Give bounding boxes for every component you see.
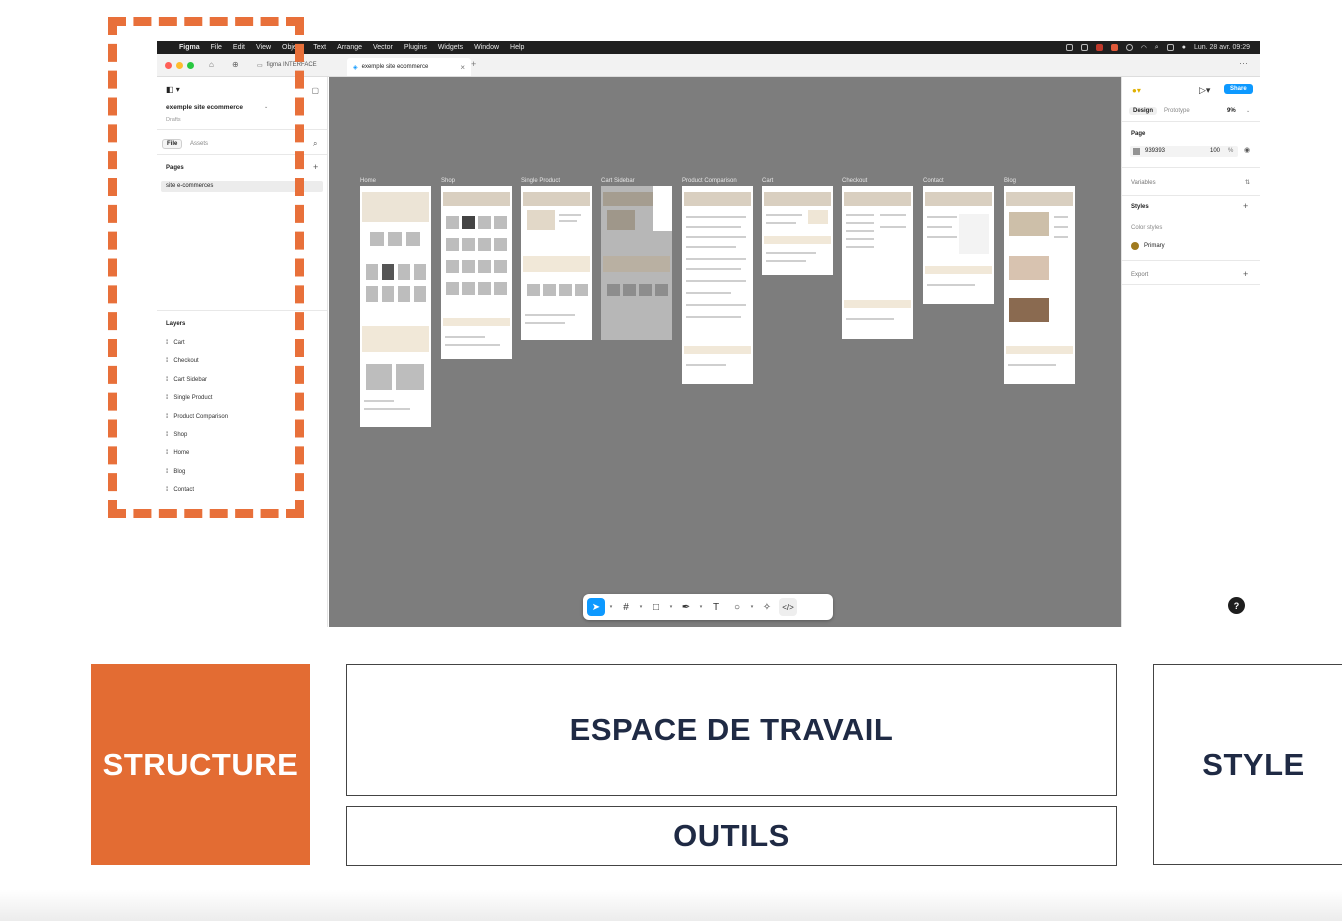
frame-contact[interactable] [923, 186, 994, 304]
status-icon[interactable] [1065, 44, 1073, 51]
multiplayer-icon[interactable]: ●▾ [1132, 86, 1141, 95]
frame-label-single-product: Single Product [521, 178, 561, 184]
frame-label-shop: Shop [441, 178, 456, 184]
frame-shop[interactable] [441, 186, 512, 359]
rectangle-tool-icon[interactable]: □ [647, 598, 665, 616]
chevron-down-icon[interactable]: ▾ [608, 604, 614, 610]
chevron-down-icon[interactable]: ⌄ [1246, 108, 1250, 114]
search-icon[interactable]: ⌕ [1155, 44, 1159, 52]
chevron-down-icon[interactable]: ▾ [698, 604, 704, 610]
menu-vector[interactable]: Vector [373, 44, 393, 51]
frame-blog[interactable] [1004, 186, 1075, 384]
status-icon[interactable] [1080, 44, 1088, 51]
clock-icon[interactable] [1125, 44, 1133, 51]
styles-title: Styles [1131, 204, 1149, 210]
menu-help[interactable]: Help [510, 44, 524, 51]
divider [1122, 284, 1260, 285]
color-style-name[interactable]: Primary [1144, 243, 1165, 249]
color-style-swatch[interactable] [1131, 242, 1139, 250]
control-center-icon[interactable] [1166, 44, 1174, 51]
frame-tool-icon[interactable]: # [617, 598, 635, 616]
menu-window[interactable]: Window [474, 44, 499, 51]
tools-label: OUTILS [346, 806, 1117, 866]
new-tab-icon[interactable]: + [471, 59, 476, 69]
pen-tool-icon[interactable]: ✒ [677, 598, 695, 616]
variables-title[interactable]: Variables [1131, 180, 1156, 186]
tab-bar: ⌂ ⊕ ▭ figma INTERFACE ◈ exemple site eco… [157, 54, 1260, 77]
right-panel: ●▾ ▷▾ Share Design Prototype 9% ⌄ Page 9… [1121, 77, 1260, 627]
menu-plugins[interactable]: Plugins [404, 44, 427, 51]
frame-label-home: Home [360, 178, 377, 184]
share-button[interactable]: Share [1224, 84, 1253, 94]
structure-highlight-box [108, 17, 304, 518]
dev-mode-icon[interactable]: </> [779, 598, 797, 616]
bottom-fade [0, 890, 1342, 921]
frame-product-comparison[interactable] [682, 186, 753, 384]
status-icon[interactable] [1110, 44, 1118, 51]
page-color-swatch[interactable] [1133, 148, 1140, 155]
status-icon[interactable] [1095, 44, 1103, 51]
divider [1122, 167, 1260, 168]
text-tool-icon[interactable]: T [707, 598, 725, 616]
page-section-title: Page [1131, 131, 1146, 137]
page-opacity-value[interactable]: 100 [1210, 148, 1220, 154]
frame-cart-sidebar[interactable] [601, 186, 672, 340]
tab-design[interactable]: Design [1129, 107, 1158, 115]
frame-label-contact: Contact [923, 178, 944, 184]
divider [1122, 195, 1260, 196]
eye-icon[interactable]: ◉ [1244, 146, 1250, 154]
color-styles-title: Color styles [1131, 225, 1163, 231]
comment-tool-icon[interactable]: ○ [728, 598, 746, 616]
variables-icon[interactable]: ⇅ [1245, 179, 1250, 186]
figma-window: Figma File Edit View Object Text Arrange… [157, 41, 1260, 627]
file-icon: ◈ [353, 64, 358, 71]
workspace-label: ESPACE DE TRAVAIL [346, 664, 1117, 796]
frame-label-cart-sidebar: Cart Sidebar [601, 178, 635, 184]
menu-arrange[interactable]: Arrange [337, 44, 362, 51]
structure-label: STRUCTURE [91, 664, 310, 865]
page-color-value[interactable]: 939393 [1145, 148, 1165, 154]
divider [1122, 260, 1260, 261]
actions-tool-icon[interactable]: ✧ [758, 598, 776, 616]
page-opacity-unit: % [1228, 148, 1234, 154]
more-icon[interactable]: ⋯ [1239, 58, 1248, 69]
export-title[interactable]: Export [1131, 272, 1148, 278]
close-tab-icon[interactable]: × [460, 63, 465, 72]
frame-home[interactable] [360, 186, 431, 427]
chevron-down-icon[interactable]: ▾ [749, 604, 755, 610]
add-export-icon[interactable]: + [1243, 269, 1248, 279]
frame-single-product[interactable] [521, 186, 592, 340]
play-icon[interactable]: ▷▾ [1199, 85, 1210, 96]
wifi-icon[interactable]: ◠ [1141, 44, 1147, 52]
zoom-level[interactable]: 9% [1227, 108, 1236, 114]
divider [1122, 121, 1260, 122]
tab-label: exemple site ecommerce [361, 64, 429, 70]
page-color-field[interactable]: 939393 100 % [1130, 146, 1238, 157]
frame-label-cart: Cart [762, 178, 774, 184]
menu-widgets[interactable]: Widgets [438, 44, 463, 51]
add-page-icon[interactable]: + [313, 162, 318, 172]
frame-label-checkout: Checkout [842, 178, 868, 184]
menu-text[interactable]: Text [313, 44, 326, 51]
tab-prototype[interactable]: Prototype [1164, 108, 1190, 114]
add-style-icon[interactable]: + [1243, 201, 1248, 211]
frame-label-product-comparison: Product Comparison [682, 178, 737, 184]
frame-label-blog: Blog [1004, 178, 1017, 184]
move-tool-icon[interactable]: ➤ [587, 598, 605, 616]
bottom-toolbar: ➤ ▾ # ▾ □ ▾ ✒ ▾ T ○ ▾ ✧ </> [583, 594, 833, 620]
search-icon[interactable]: ⌕ [313, 139, 317, 149]
style-label: STYLE [1153, 664, 1342, 865]
frame-checkout[interactable] [842, 186, 913, 339]
status-icons: ◠ ⌕ ● Lun. 28 avr. 09:29 [1065, 41, 1250, 54]
menu-bar: Figma File Edit View Object Text Arrange… [157, 41, 1260, 54]
siri-icon[interactable]: ● [1182, 44, 1186, 51]
sidebar-toggle-icon[interactable]: ▢ [311, 86, 319, 95]
chevron-down-icon[interactable]: ▾ [638, 604, 644, 610]
canvas[interactable]: Home Shop Single Product Cart Sidebar Pr… [329, 77, 1121, 627]
help-button[interactable]: ? [1228, 597, 1245, 614]
menubar-datetime: Lun. 28 avr. 09:29 [1193, 44, 1250, 51]
tab-exemple-site-ecommerce[interactable]: ◈ exemple site ecommerce × [347, 58, 471, 76]
chevron-down-icon[interactable]: ▾ [668, 604, 674, 610]
frame-cart[interactable] [762, 186, 833, 275]
